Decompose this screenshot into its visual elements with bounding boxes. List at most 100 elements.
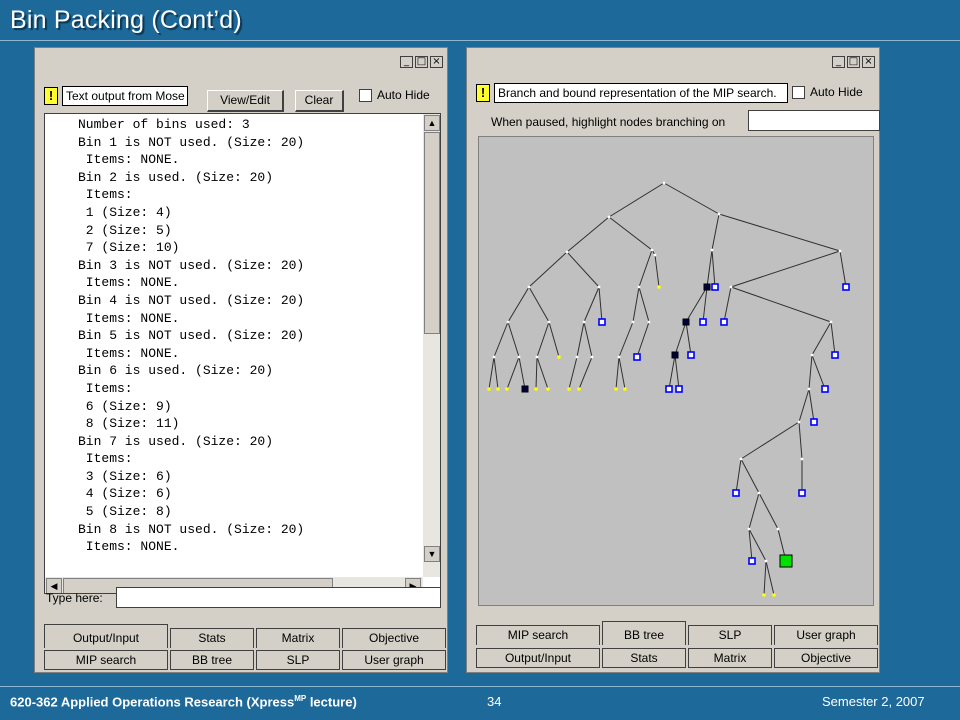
tab-user-graph[interactable]: User graph: [342, 650, 446, 670]
tree-branch-node[interactable]: [650, 248, 654, 252]
output-text-area[interactable]: Number of bins used: 3 Bin 1 is NOT used.…: [44, 113, 441, 594]
tab-slp[interactable]: SLP: [256, 650, 340, 670]
tree-branch-node[interactable]: [653, 253, 657, 257]
tree-branch-node[interactable]: [631, 320, 635, 324]
tab-mip-search[interactable]: MIP search: [44, 650, 168, 670]
tree-integer-node[interactable]: [810, 418, 818, 426]
tree-open-node[interactable]: [577, 387, 581, 391]
tree-branch-node[interactable]: [747, 527, 751, 531]
tree-integer-node[interactable]: [598, 318, 606, 326]
tree-branch-node[interactable]: [647, 320, 651, 324]
tree-open-node[interactable]: [557, 355, 561, 359]
type-here-input[interactable]: [116, 587, 441, 608]
highlight-input[interactable]: [748, 110, 880, 131]
tab-bb-tree[interactable]: BB tree: [170, 650, 254, 670]
tree-branch-node[interactable]: [838, 249, 842, 253]
tree-open-node[interactable]: [657, 285, 661, 289]
bb-tree-canvas[interactable]: [478, 136, 874, 606]
auto-hide-checkbox[interactable]: Auto Hide: [359, 88, 430, 102]
tree-open-node[interactable]: [567, 387, 571, 391]
tree-open-node[interactable]: [623, 387, 627, 391]
tree-branch-node[interactable]: [492, 355, 496, 359]
view-edit-button[interactable]: View/Edit: [207, 90, 284, 112]
tree-branch-node[interactable]: [807, 387, 811, 391]
maximize-button[interactable]: □: [415, 56, 428, 68]
tree-branch-node[interactable]: [829, 320, 833, 324]
tree-integer-node[interactable]: [687, 351, 695, 359]
tree-branch-node[interactable]: [739, 457, 743, 461]
tree-integer-node[interactable]: [720, 318, 728, 326]
tree-open-node[interactable]: [614, 387, 618, 391]
auto-hide-box[interactable]: [792, 85, 805, 99]
maximize-button[interactable]: □: [847, 56, 860, 68]
tab-slp[interactable]: SLP: [688, 625, 772, 645]
tree-branch-node[interactable]: [527, 285, 531, 289]
tree-branch-node[interactable]: [607, 215, 611, 219]
tree-integer-node[interactable]: [842, 283, 850, 291]
auto-hide-box[interactable]: [359, 88, 372, 102]
tree-open-node[interactable]: [496, 387, 500, 391]
tree-integer-node[interactable]: [748, 557, 756, 565]
tree-integer-node[interactable]: [699, 318, 707, 326]
tree-open-node[interactable]: [546, 387, 550, 391]
close-button[interactable]: ×: [862, 56, 875, 68]
tree-open-node[interactable]: [534, 387, 538, 391]
tree-infeasible-node[interactable]: [521, 385, 529, 393]
tree-branch-node[interactable]: [757, 491, 761, 495]
tree-infeasible-node[interactable]: [703, 283, 711, 291]
tab-objective[interactable]: Objective: [342, 628, 446, 648]
tree-branch-node[interactable]: [582, 320, 586, 324]
scroll-thumb[interactable]: [424, 132, 440, 334]
tab-matrix[interactable]: Matrix: [256, 628, 340, 648]
tree-branch-node[interactable]: [590, 355, 594, 359]
tree-branch-node[interactable]: [617, 355, 621, 359]
tree-branch-node[interactable]: [662, 181, 666, 185]
tab-matrix[interactable]: Matrix: [688, 648, 772, 668]
tree-branch-node[interactable]: [517, 355, 521, 359]
tab-output-input[interactable]: Output/Input: [44, 624, 168, 648]
tree-best-solution-node[interactable]: [779, 554, 793, 568]
tree-integer-node[interactable]: [665, 385, 673, 393]
tab-stats[interactable]: Stats: [602, 648, 686, 668]
tree-branch-node[interactable]: [506, 320, 510, 324]
tab-stats[interactable]: Stats: [170, 628, 254, 648]
minimize-button[interactable]: _: [400, 56, 413, 68]
minimize-button[interactable]: _: [832, 56, 845, 68]
tree-branch-node[interactable]: [575, 355, 579, 359]
tree-branch-node[interactable]: [535, 355, 539, 359]
tab-user-graph[interactable]: User graph: [774, 625, 878, 645]
tab-objective[interactable]: Objective: [774, 648, 878, 668]
tree-branch-node[interactable]: [710, 248, 714, 252]
tree-branch-node[interactable]: [597, 285, 601, 289]
tree-integer-node[interactable]: [711, 283, 719, 291]
tree-infeasible-node[interactable]: [671, 351, 679, 359]
tree-branch-node[interactable]: [797, 420, 801, 424]
tree-branch-node[interactable]: [729, 285, 733, 289]
tree-integer-node[interactable]: [675, 385, 683, 393]
tab-bb-tree[interactable]: BB tree: [602, 621, 686, 645]
tree-integer-node[interactable]: [821, 385, 829, 393]
tree-branch-node[interactable]: [637, 285, 641, 289]
tab-mip-search[interactable]: MIP search: [476, 625, 600, 645]
scroll-up-arrow-icon[interactable]: ▲: [424, 115, 440, 131]
tree-branch-node[interactable]: [764, 559, 768, 563]
tree-branch-node[interactable]: [776, 527, 780, 531]
tree-branch-node[interactable]: [810, 353, 814, 357]
tree-branch-node[interactable]: [717, 212, 721, 216]
tree-infeasible-node[interactable]: [682, 318, 690, 326]
tree-branch-node[interactable]: [547, 320, 551, 324]
vertical-scrollbar[interactable]: ▲ ▼: [423, 114, 440, 577]
tree-integer-node[interactable]: [798, 489, 806, 497]
close-button[interactable]: ×: [430, 56, 443, 68]
tab-output-input[interactable]: Output/Input: [476, 648, 600, 668]
tree-open-node[interactable]: [762, 593, 766, 597]
auto-hide-checkbox[interactable]: Auto Hide: [792, 85, 863, 99]
tree-integer-node[interactable]: [633, 353, 641, 361]
tree-integer-node[interactable]: [831, 351, 839, 359]
tree-integer-node[interactable]: [732, 489, 740, 497]
tree-open-node[interactable]: [772, 593, 776, 597]
scroll-down-arrow-icon[interactable]: ▼: [424, 546, 440, 562]
tree-open-node[interactable]: [505, 387, 509, 391]
tree-branch-node[interactable]: [565, 250, 569, 254]
tree-open-node[interactable]: [487, 387, 491, 391]
